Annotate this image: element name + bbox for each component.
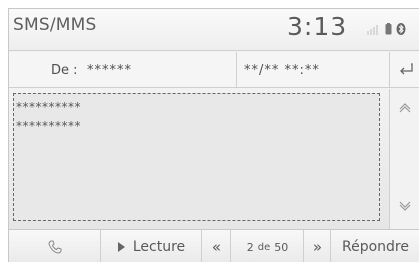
message-line: ********** xyxy=(16,100,81,114)
scroll-bar xyxy=(389,89,419,229)
title-bar: SMS/MMS 3:13 xyxy=(9,9,419,51)
chevron-up-icon[interactable] xyxy=(399,103,411,113)
from-value: ****** xyxy=(87,63,132,78)
from-label: De : xyxy=(51,63,78,78)
message-line: ********** xyxy=(16,119,81,133)
signal-icon xyxy=(367,23,381,35)
sms-screen: SMS/MMS 3:13 De: ****** **/** **:** ***… xyxy=(8,8,419,262)
clock: 3:13 xyxy=(287,12,348,41)
page-current: 2 xyxy=(246,240,254,254)
date-field: **/** **:** xyxy=(238,52,388,88)
back-button[interactable] xyxy=(389,52,419,88)
date-value: **/** **:** xyxy=(244,63,320,78)
back-arrow-icon xyxy=(400,63,413,75)
bottom-toolbar: Lecture « 2 de 50 » Répondre xyxy=(9,229,419,262)
phone-battery-icon xyxy=(385,23,392,35)
status-icons xyxy=(367,21,406,37)
play-button[interactable]: Lecture xyxy=(102,230,202,262)
message-body[interactable]: ********** ********** xyxy=(13,93,380,221)
phone-handset-icon xyxy=(47,240,61,254)
message-header: De : ****** **/** **:** xyxy=(9,52,419,88)
reply-button[interactable]: Répondre xyxy=(332,230,419,262)
play-icon xyxy=(117,242,125,252)
page-indicator: 2 de 50 xyxy=(232,230,304,262)
bluetooth-icon xyxy=(396,23,406,35)
previous-message-button[interactable]: « xyxy=(203,230,231,262)
call-button[interactable] xyxy=(9,230,101,262)
chevron-down-icon[interactable] xyxy=(399,201,411,211)
next-message-button[interactable]: » xyxy=(305,230,331,262)
sender-field: De : ****** xyxy=(9,52,237,88)
page-separator: de xyxy=(257,241,271,253)
page-total: 50 xyxy=(274,240,289,254)
message-area: ********** ********** xyxy=(9,89,389,229)
app-title: SMS/MMS xyxy=(13,15,97,35)
play-label: Lecture xyxy=(132,239,186,255)
